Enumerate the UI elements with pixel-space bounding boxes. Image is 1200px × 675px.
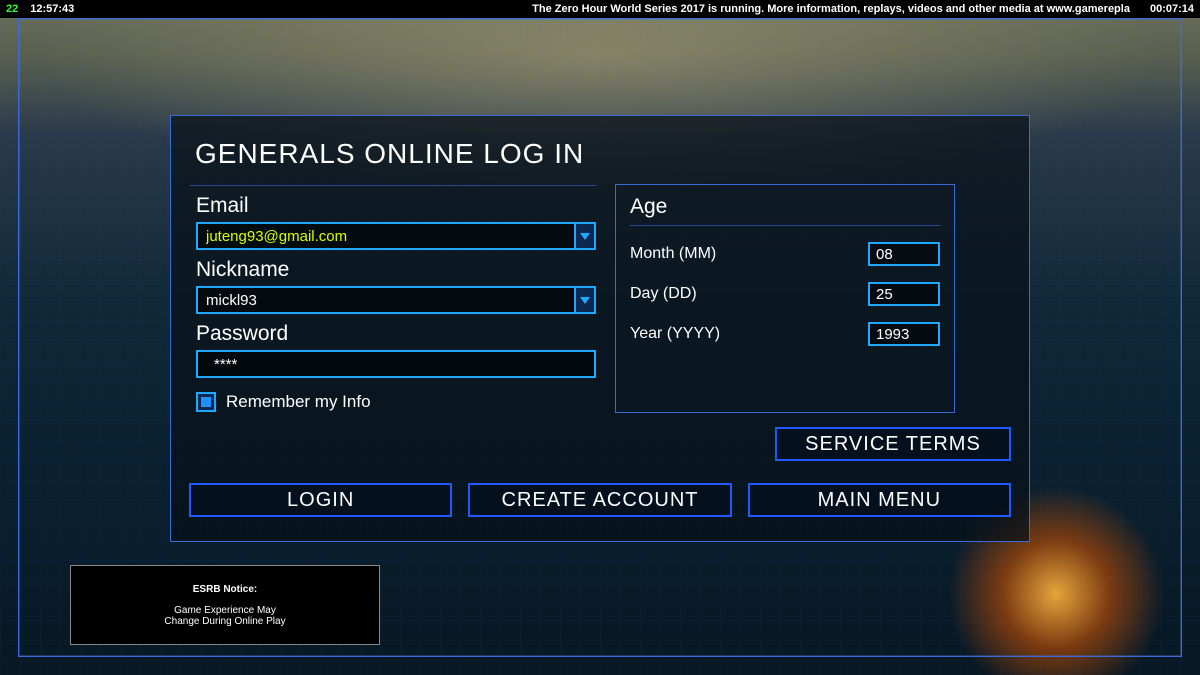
clock: 12:57:43: [30, 3, 74, 15]
age-panel: Age Month (MM) Day (DD) Year (YYYY): [615, 184, 955, 413]
password-field[interactable]: [196, 350, 596, 378]
remember-label: Remember my Info: [226, 392, 371, 412]
esrb-title: ESRB Notice:: [193, 584, 257, 595]
esrb-notice: ESRB Notice: Game Experience May Change …: [70, 565, 380, 645]
remember-row[interactable]: Remember my Info: [196, 392, 596, 412]
login-dialog: GENERALS ONLINE LOG IN Email Nickname Pa…: [170, 115, 1030, 542]
main-menu-button[interactable]: MAIN MENU: [748, 483, 1011, 517]
nickname-input[interactable]: [198, 292, 574, 309]
create-account-button[interactable]: CREATE ACCOUNT: [468, 483, 731, 517]
esrb-line2: Change During Online Play: [164, 616, 285, 627]
password-input[interactable]: [206, 356, 586, 373]
password-label: Password: [196, 322, 596, 346]
dialog-title: GENERALS ONLINE LOG IN: [195, 138, 1011, 170]
nickname-dropdown-icon[interactable]: [574, 288, 594, 312]
nickname-label: Nickname: [196, 258, 596, 282]
news-banner: The Zero Hour World Series 2017 is runni…: [532, 3, 1130, 15]
email-input[interactable]: [198, 228, 574, 245]
age-title: Age: [630, 193, 940, 226]
nickname-combo[interactable]: [196, 286, 596, 314]
year-input[interactable]: [868, 322, 940, 346]
top-status-bar: 22 12:57:43 The Zero Hour World Series 2…: [0, 0, 1200, 18]
remember-checkbox[interactable]: [196, 392, 216, 412]
email-dropdown-icon[interactable]: [574, 224, 594, 248]
service-terms-button[interactable]: SERVICE TERMS: [775, 427, 1011, 461]
email-label: Email: [196, 194, 596, 218]
day-label: Day (DD): [630, 285, 697, 303]
email-combo[interactable]: [196, 222, 596, 250]
month-input[interactable]: [868, 242, 940, 266]
year-label: Year (YYYY): [630, 325, 720, 343]
esrb-line1: Game Experience May: [164, 605, 285, 616]
day-input[interactable]: [868, 282, 940, 306]
login-button[interactable]: LOGIN: [189, 483, 452, 517]
session-timer: 00:07:14: [1150, 3, 1194, 15]
fps-counter: 22: [6, 3, 18, 15]
month-label: Month (MM): [630, 245, 716, 263]
